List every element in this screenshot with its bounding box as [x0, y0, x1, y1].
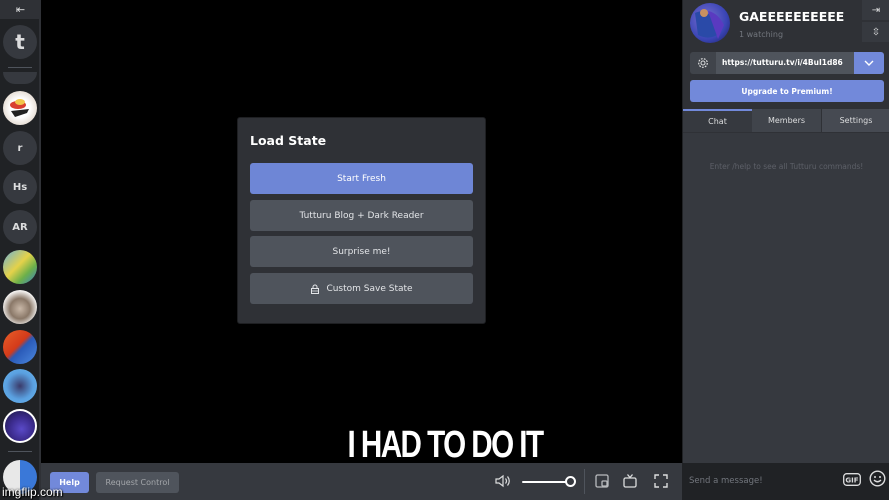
server-label: Hs — [12, 181, 28, 193]
chat-messages: Enter /help to see all Tutturu commands! — [683, 132, 889, 463]
theater-mode-icon[interactable] — [622, 473, 638, 489]
surprise-me-button[interactable]: Surprise me! — [250, 236, 473, 267]
room-avatar-image-icon — [695, 9, 724, 39]
room-title: GAEEEEEEEEEE — [739, 9, 845, 24]
custom-save-state-button[interactable]: Custom Save State — [250, 273, 473, 304]
tab-chat[interactable]: Chat — [683, 109, 752, 132]
chat-hint: Enter /help to see all Tutturu commands! — [709, 162, 864, 171]
server-item[interactable]: r — [3, 131, 37, 165]
server-label: t — [15, 30, 25, 54]
collapse-left-icon: ⇤ — [15, 3, 26, 16]
collapse-panel-button[interactable]: ⇥ — [862, 0, 889, 20]
tab-settings-label: Settings — [839, 116, 873, 125]
blog-dark-reader-label: Tutturu Blog + Dark Reader — [299, 210, 424, 221]
room-url-row: https://tutturu.tv/i/4BuI1d86 — [690, 52, 884, 74]
room-panel: GAEEEEEEEEEE 1 watching ⇥ ⇳ https://tutt… — [682, 0, 889, 500]
room-settings-button[interactable] — [690, 52, 716, 74]
gear-icon — [698, 58, 708, 68]
url-dropdown-button[interactable] — [854, 52, 884, 74]
request-control-button[interactable]: Request Control — [96, 472, 179, 493]
server-item-partial[interactable] — [3, 72, 37, 84]
server-label: r — [17, 142, 23, 154]
blog-dark-reader-button[interactable]: Tutturu Blog + Dark Reader — [250, 200, 473, 231]
picture-in-picture-icon[interactable] — [594, 473, 610, 489]
modal-title: Load State — [250, 133, 327, 148]
tab-chat-label: Chat — [708, 117, 727, 126]
chevron-down-icon — [864, 60, 874, 66]
anime-avatar-icon — [10, 99, 29, 117]
tab-settings[interactable]: Settings — [822, 109, 889, 132]
app: ⇤ t r Hs AR Load State Start Fresh Tuttu… — [0, 0, 889, 500]
emoji-icon[interactable] — [869, 470, 886, 487]
rail-divider — [8, 67, 32, 68]
rail-divider — [8, 451, 32, 452]
room-avatar — [690, 3, 730, 43]
message-composer: GIF — [683, 463, 889, 500]
fullscreen-icon[interactable] — [653, 473, 669, 489]
imgflip-watermark: imgflip.com — [2, 485, 63, 499]
server-item-hedgehog-avatar[interactable] — [3, 290, 37, 324]
lock-icon — [311, 284, 320, 294]
server-item[interactable]: t — [3, 25, 37, 59]
start-fresh-label: Start Fresh — [337, 173, 386, 184]
collapse-rail-button[interactable]: ⇤ — [0, 0, 41, 19]
room-url-field[interactable]: https://tutturu.tv/i/4BuI1d86 — [716, 52, 854, 74]
tab-members[interactable]: Members — [752, 109, 821, 132]
server-item-anime-avatar[interactable] — [3, 91, 37, 125]
server-item-spongebob-avatar[interactable] — [3, 250, 37, 284]
vertical-compress-icon: ⇳ — [871, 26, 881, 38]
server-item[interactable]: AR — [3, 210, 37, 244]
gif-icon[interactable]: GIF — [843, 473, 861, 486]
player-controls: Help Request Control — [41, 463, 682, 500]
server-item-cat-avatar[interactable] — [3, 369, 37, 403]
meme-caption: I HAD TO DO IT — [347, 424, 545, 466]
message-input[interactable] — [689, 472, 839, 490]
volume-icon[interactable] — [494, 474, 512, 488]
custom-save-state-label: Custom Save State — [326, 283, 413, 294]
svg-text:GIF: GIF — [845, 477, 858, 485]
upgrade-premium-label: Upgrade to Premium! — [741, 86, 833, 96]
volume-slider-handle[interactable] — [565, 476, 576, 487]
request-control-label: Request Control — [105, 478, 170, 487]
server-item-purple-avatar[interactable] — [3, 409, 37, 443]
server-item-yin-yang-avatar[interactable] — [3, 330, 37, 364]
collapse-right-icon: ⇥ — [871, 4, 881, 16]
server-item[interactable]: Hs — [3, 170, 37, 204]
volume-slider-track[interactable] — [522, 481, 570, 483]
server-rail: ⇤ t r Hs AR — [0, 0, 41, 500]
load-state-modal: Load State Start Fresh Tutturu Blog + Da… — [237, 117, 486, 324]
start-fresh-button[interactable]: Start Fresh — [250, 163, 473, 194]
surprise-me-label: Surprise me! — [332, 246, 391, 257]
server-label: AR — [12, 221, 28, 233]
tab-members-label: Members — [767, 116, 806, 125]
controls-divider — [584, 469, 585, 494]
upgrade-premium-button[interactable]: Upgrade to Premium! — [690, 80, 884, 102]
panel-tabs: Chat Members Settings — [683, 109, 889, 132]
compact-mode-button[interactable]: ⇳ — [862, 22, 889, 42]
watching-count: 1 watching — [739, 30, 784, 39]
